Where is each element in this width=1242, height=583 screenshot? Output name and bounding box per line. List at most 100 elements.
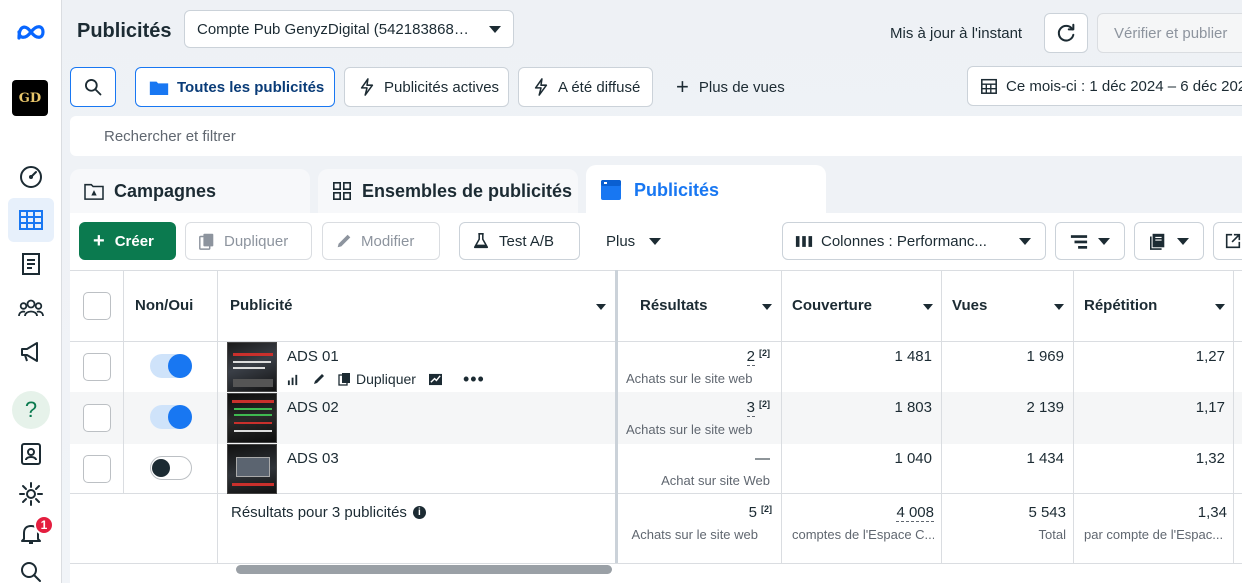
settings-gear-icon[interactable] [8, 472, 54, 516]
columns-selector[interactable]: Colonnes : Performanc... [782, 222, 1046, 260]
more-button[interactable]: Plus [596, 222, 676, 260]
results-number: 2 [746, 348, 755, 366]
pencil-icon[interactable] [312, 372, 326, 386]
chevron-down-icon [1177, 237, 1189, 245]
megaphone-icon[interactable] [8, 330, 54, 374]
totals-results-number: 5 [748, 504, 757, 521]
results-value: — [630, 450, 770, 467]
tab-campaigns[interactable]: Campagnes [70, 169, 310, 213]
search-icon[interactable] [8, 550, 54, 583]
grid-line [1233, 270, 1234, 563]
chip-all-ads[interactable]: Toutes les publicités [135, 67, 335, 107]
views-value: 1 969 [1026, 348, 1064, 365]
plus-icon: + [676, 74, 689, 99]
results-value: 3 [2] [630, 399, 770, 417]
ad-toggle-off[interactable] [150, 456, 192, 480]
totals-reach-value: 4 008 [790, 504, 934, 522]
account-overview-icon[interactable] [8, 432, 54, 476]
views-value: 2 139 [1026, 399, 1064, 416]
sort-caret-icon[interactable] [1054, 304, 1064, 310]
account-avatar[interactable]: GD [12, 80, 48, 116]
search-icon [85, 79, 102, 96]
totals-results-value: 5 [2] [630, 504, 772, 521]
views-value: 1 434 [1026, 450, 1064, 467]
review-publish-button[interactable]: Vérifier et publier [1097, 13, 1242, 53]
row-actions: Dupliquer ••• [287, 370, 485, 388]
select-all-checkbox[interactable] [83, 292, 111, 320]
col-header-onoff[interactable]: Non/Oui [135, 297, 215, 314]
frozen-column-divider [615, 270, 618, 563]
sort-caret-icon[interactable] [923, 304, 933, 310]
info-icon[interactable]: i [412, 506, 426, 519]
ad-thumbnail[interactable] [227, 342, 277, 392]
col-header-ad[interactable]: Publicité [230, 297, 293, 314]
sort-caret-icon[interactable] [762, 304, 772, 310]
row-checkbox[interactable] [83, 353, 111, 381]
tab-campaigns-label: Campagnes [114, 180, 217, 201]
meta-logo-icon[interactable] [8, 10, 54, 54]
col-header-frequency[interactable]: Répétition [1084, 297, 1157, 314]
results-value: 2 [2] [630, 348, 770, 366]
totals-frequency-label: par compte de l'Espac... [1084, 527, 1224, 542]
results-note: [2] [759, 348, 770, 358]
duplicate-button[interactable]: Dupliquer [185, 222, 312, 260]
ad-name[interactable]: ADS 01 [287, 348, 339, 365]
ab-test-label: Test A/B [499, 232, 555, 250]
more-options-icon[interactable]: ••• [463, 370, 485, 388]
refresh-button[interactable] [1044, 13, 1088, 53]
ad-thumbnail[interactable] [227, 393, 277, 443]
date-range-label: Ce mois-ci : 1 déc 2024 – 6 déc 2024 [1006, 77, 1242, 95]
export-icon [1225, 233, 1241, 249]
tab-ads[interactable]: Publicités [586, 165, 826, 215]
date-range-picker[interactable]: Ce mois-ci : 1 déc 2024 – 6 déc 2024 [967, 66, 1242, 106]
ad-toggle-on[interactable] [150, 354, 192, 378]
lightning-icon [360, 78, 374, 96]
row-duplicate-action[interactable]: Dupliquer [338, 371, 416, 387]
ads-manager-table-icon[interactable] [8, 198, 54, 242]
results-label: Achats sur le site web [626, 371, 753, 386]
more-label: Plus [606, 232, 636, 250]
ad-name[interactable]: ADS 02 [287, 399, 339, 416]
ad-thumbnail[interactable] [227, 444, 277, 494]
sort-caret-icon[interactable] [596, 304, 606, 310]
more-views-button[interactable]: + Plus de vues [666, 67, 806, 107]
reports-icon[interactable] [8, 242, 54, 286]
account-avatar-monogram: GD [18, 90, 42, 106]
chip-delivered[interactable]: A été diffusé [518, 67, 653, 107]
ad-name[interactable]: ADS 03 [287, 450, 339, 467]
sort-caret-icon[interactable] [1215, 304, 1225, 310]
breakdown-button[interactable] [1055, 222, 1125, 260]
chart-bars-icon[interactable] [287, 373, 300, 386]
create-button[interactable]: + Créer [79, 222, 176, 260]
ab-test-button[interactable]: Test A/B [459, 222, 580, 260]
col-header-reach[interactable]: Couverture [792, 297, 872, 314]
reports-button[interactable] [1134, 222, 1204, 260]
frequency-value: 1,17 [1195, 399, 1225, 416]
search-filter-input[interactable]: Rechercher et filtrer [70, 116, 1242, 156]
horizontal-scrollbar[interactable] [236, 565, 612, 574]
col-header-views[interactable]: Vues [952, 297, 987, 314]
ads-window-icon [601, 180, 621, 200]
audiences-icon[interactable] [8, 286, 54, 330]
help-icon[interactable]: ? [8, 388, 54, 432]
search-toggle-button[interactable] [70, 67, 116, 107]
chevron-down-icon [1019, 237, 1031, 245]
totals-label-wrap: Résultats pour 3 publicités i [231, 504, 426, 521]
ad-toggle-on[interactable] [150, 405, 192, 429]
row-checkbox[interactable] [83, 404, 111, 432]
frequency-value: 1,32 [1195, 450, 1225, 467]
duplicate-label: Dupliquer [224, 232, 289, 250]
chip-active-ads[interactable]: Publicités actives [344, 67, 509, 107]
totals-results-note: [2] [761, 504, 772, 514]
totals-results-label: Achats sur le site web [631, 527, 758, 542]
trend-chart-icon[interactable] [428, 373, 443, 386]
account-selector[interactable]: Compte Pub GenyzDigital (542183868… [184, 10, 514, 48]
tab-ad-sets[interactable]: Ensembles de publicités [318, 169, 578, 213]
ad-sets-grid-icon [333, 182, 351, 200]
dashboard-gauge-icon[interactable] [8, 154, 54, 198]
row-checkbox[interactable] [83, 455, 111, 483]
tab-ad-sets-label: Ensembles de publicités [362, 180, 573, 201]
export-button[interactable] [1213, 222, 1242, 260]
col-header-results[interactable]: Résultats [640, 297, 708, 314]
edit-button[interactable]: Modifier [322, 222, 440, 260]
